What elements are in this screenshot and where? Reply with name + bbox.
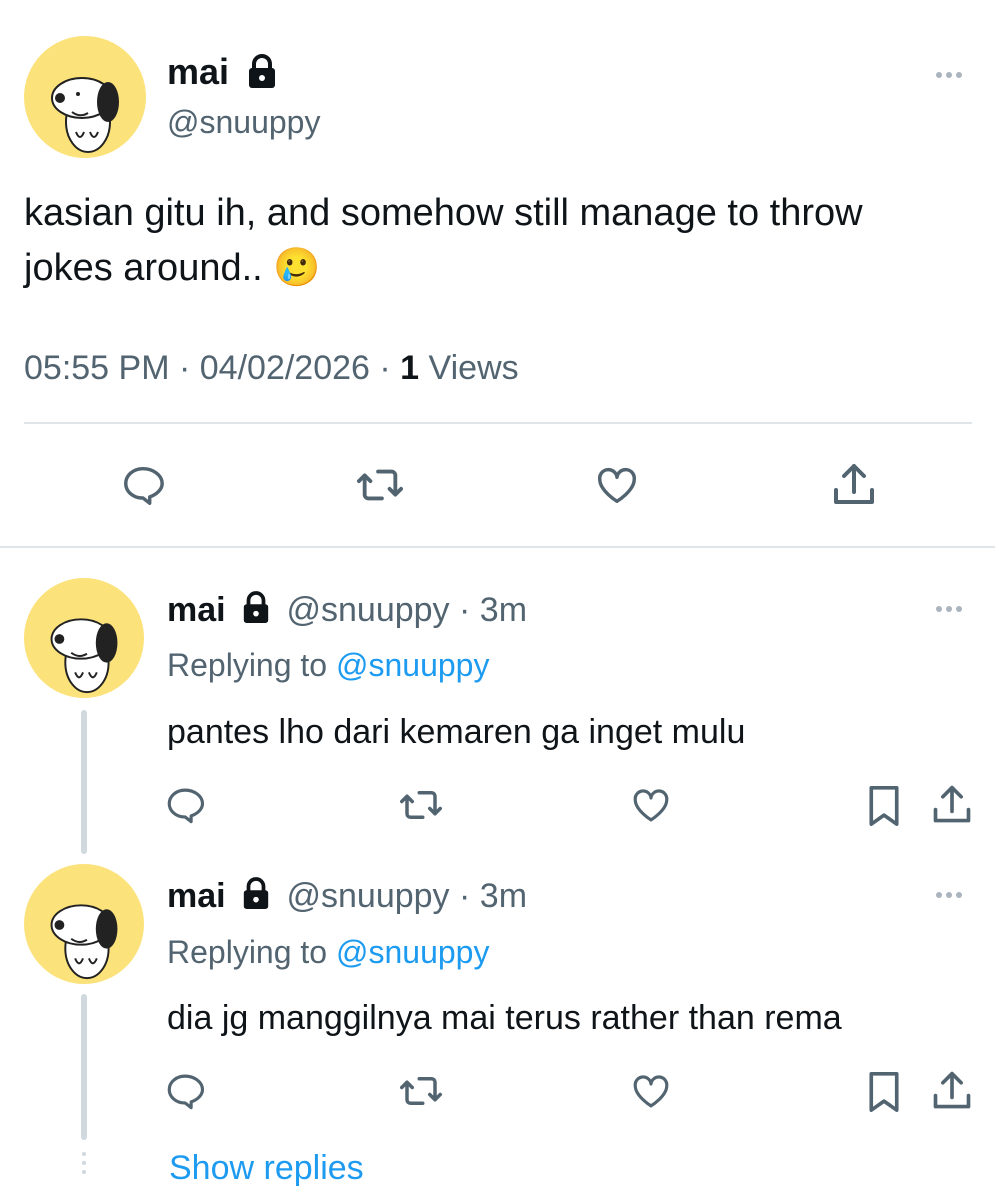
thread-line: [81, 994, 87, 1140]
tweet-time[interactable]: 05:55 PM: [24, 349, 170, 387]
share-icon[interactable]: [930, 782, 974, 828]
views-label: Views: [428, 349, 519, 387]
more-icon[interactable]: [936, 72, 962, 78]
share-icon[interactable]: [830, 460, 878, 510]
reply-icon[interactable]: [120, 462, 166, 508]
lock-icon: [241, 877, 271, 911]
retweet-icon[interactable]: [398, 784, 444, 826]
bookmark-icon[interactable]: [864, 784, 904, 828]
replying-to-label: Replying to: [167, 647, 328, 683]
section-divider: [0, 546, 995, 548]
avatar[interactable]: [24, 578, 144, 698]
more-icon[interactable]: [936, 892, 962, 898]
thread-line: [81, 710, 87, 854]
tweet-meta: 05:55 PM · 04/02/2026 · 1 Views: [24, 348, 519, 388]
reply-age[interactable]: 3m: [480, 877, 527, 915]
reply-header: mai @snuuppy · 3m: [167, 590, 527, 630]
reply-icon[interactable]: [164, 784, 206, 826]
tweet-text-line-2: jokes around.. 🥲: [24, 241, 964, 296]
retweet-icon[interactable]: [354, 462, 406, 508]
meta-separator: ·: [459, 591, 471, 629]
reply-text: pantes lho dari kemaren ga inget mulu: [167, 713, 746, 751]
replying-to-label: Replying to: [167, 934, 328, 970]
handle[interactable]: @snuuppy: [167, 104, 320, 140]
meta-separator: ·: [178, 349, 191, 387]
like-icon[interactable]: [630, 784, 672, 826]
lock-icon: [241, 591, 271, 625]
replying-to: Replying to @snuuppy: [167, 645, 489, 685]
lock-icon: [246, 54, 278, 90]
reply-text: dia jg manggilnya mai terus rather than …: [167, 999, 842, 1037]
display-name[interactable]: mai: [167, 52, 229, 92]
tweet-text-line-2-text: jokes around..: [24, 247, 263, 289]
snoopy-avatar: [50, 618, 118, 694]
display-name[interactable]: mai: [167, 591, 226, 629]
replying-to-handle[interactable]: @snuuppy: [336, 934, 489, 970]
reply-header: mai @snuuppy · 3m: [167, 876, 527, 916]
divider: [24, 422, 972, 424]
handle[interactable]: @snuuppy: [287, 877, 450, 915]
replying-to-handle[interactable]: @snuuppy: [336, 647, 489, 683]
display-name[interactable]: mai: [167, 877, 226, 915]
like-icon[interactable]: [593, 462, 641, 508]
views-count: 1: [400, 349, 420, 387]
tweet-text-line-1: kasian gitu ih, and somehow still manage…: [24, 192, 863, 234]
crying-smile-emoji: 🥲: [273, 247, 321, 289]
tweet-date[interactable]: 04/02/2026: [200, 349, 370, 387]
retweet-icon[interactable]: [398, 1070, 444, 1112]
like-icon[interactable]: [630, 1070, 672, 1112]
meta-separator: ·: [459, 877, 471, 915]
replying-to: Replying to @snuuppy: [167, 932, 489, 972]
avatar[interactable]: [24, 36, 146, 158]
tweet-text: kasian gitu ih, and somehow still manage…: [24, 186, 964, 296]
bookmark-icon[interactable]: [864, 1070, 904, 1114]
more-icon[interactable]: [936, 606, 962, 612]
snoopy-avatar: [51, 77, 119, 153]
share-icon[interactable]: [930, 1068, 974, 1114]
show-replies-link[interactable]: Show replies: [169, 1148, 364, 1188]
reply-icon[interactable]: [164, 1070, 206, 1112]
handle[interactable]: @snuuppy: [287, 591, 450, 629]
snoopy-avatar: [50, 904, 118, 980]
meta-separator: ·: [379, 349, 391, 387]
thread-continue-dots: [82, 1152, 86, 1174]
reply-age[interactable]: 3m: [480, 591, 527, 629]
avatar[interactable]: [24, 864, 144, 984]
